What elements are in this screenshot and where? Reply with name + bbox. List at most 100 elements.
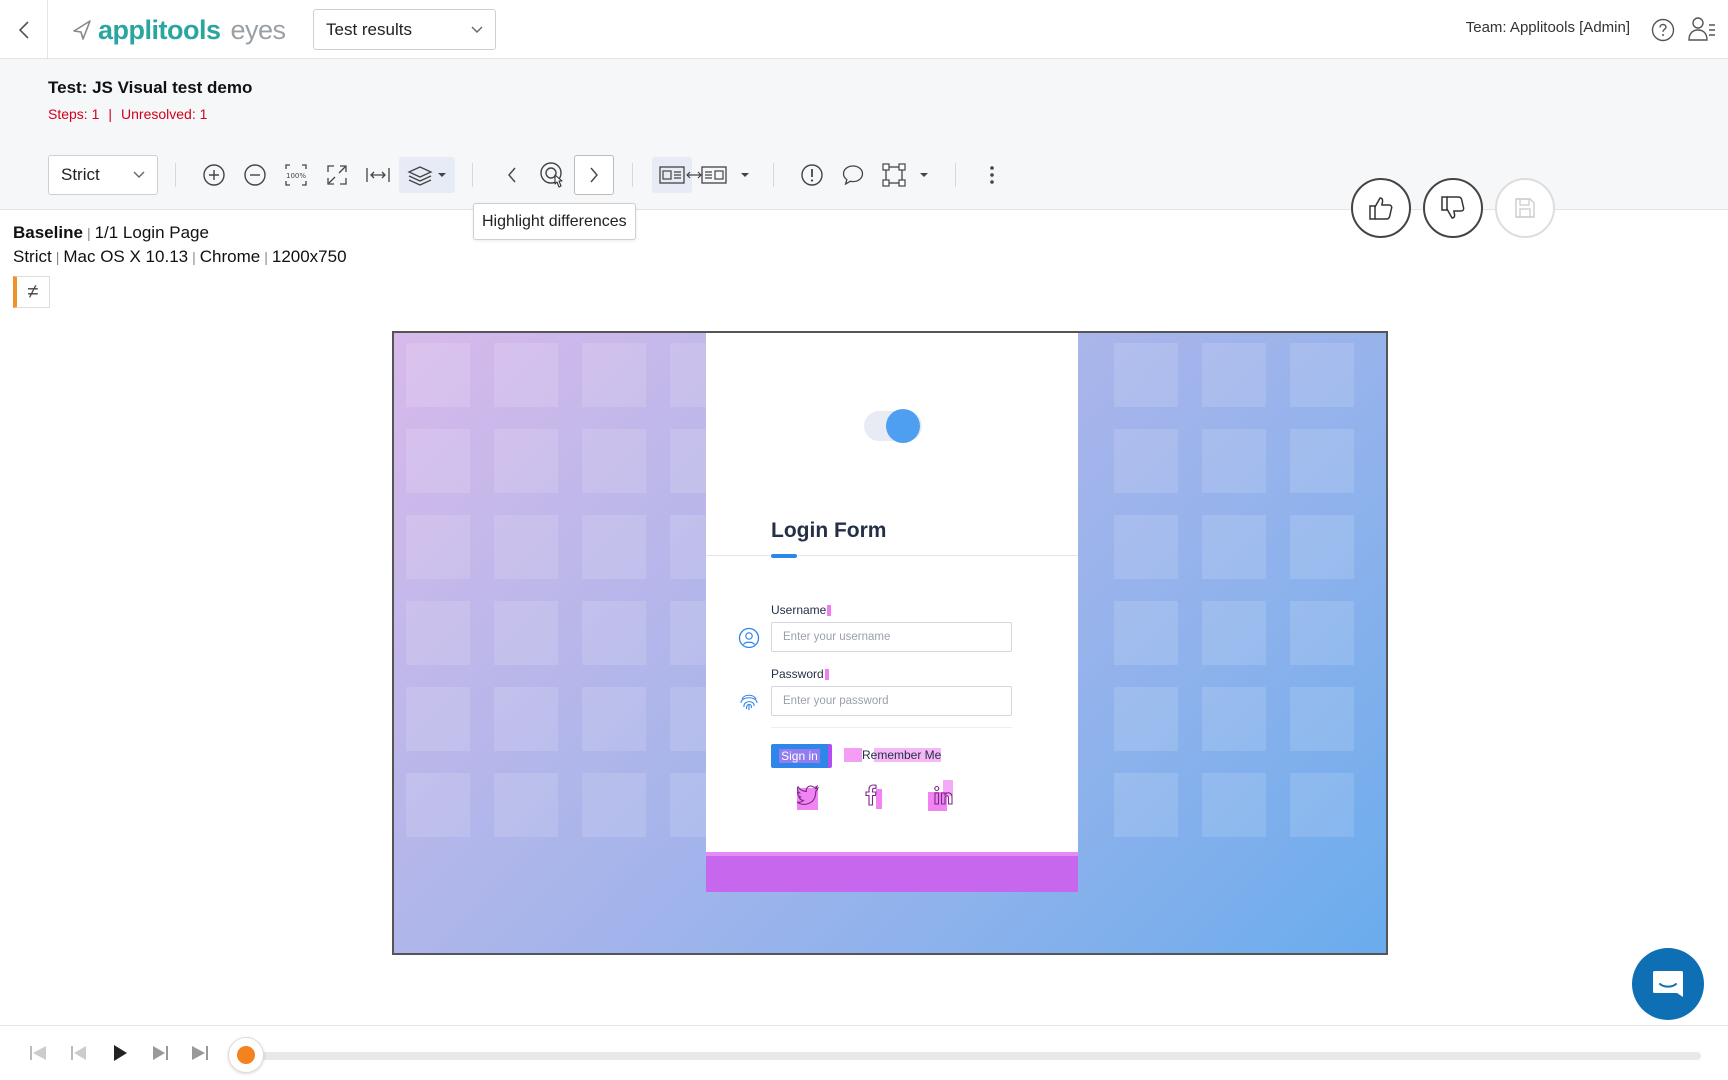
- step-progress-track[interactable]: [246, 1052, 1701, 1060]
- test-title: Test: JS Visual test demo: [48, 78, 253, 97]
- chevron-left-icon: [508, 167, 516, 183]
- fit-width-button[interactable]: [360, 157, 396, 193]
- background-tile: [1202, 773, 1266, 837]
- applitools-logo[interactable]: applitools eyes: [72, 14, 286, 46]
- add-remark-button[interactable]: [835, 157, 871, 193]
- skip-to-end-icon: [192, 1046, 208, 1060]
- password-field[interactable]: Enter your password: [771, 686, 1012, 716]
- background-tile: [406, 773, 470, 837]
- save-button[interactable]: [1495, 178, 1555, 238]
- next-difference-button[interactable]: [574, 155, 614, 195]
- remember-me-label: Remember Me: [862, 748, 942, 762]
- password-label-text: Password: [771, 667, 824, 681]
- chat-launcher-button[interactable]: [1632, 948, 1704, 1020]
- caret-down-icon: [438, 173, 446, 177]
- signin-label: Sign in: [779, 749, 820, 763]
- background-tile: [494, 343, 558, 407]
- info-separator: |: [192, 249, 196, 265]
- title-divider: [706, 555, 1078, 556]
- region-type-dropdown[interactable]: [915, 157, 933, 193]
- background-tile: [582, 687, 646, 751]
- login-card: Login Form Username Enter your username …: [706, 333, 1078, 856]
- side-by-side-icon: [659, 166, 685, 184]
- facebook-icon: [865, 784, 877, 806]
- username-label-text: Username: [771, 603, 827, 617]
- background-tile: [406, 601, 470, 665]
- user-menu-icon[interactable]: [1688, 16, 1716, 42]
- play-icon: [114, 1045, 127, 1061]
- diff-status-badge[interactable]: ≠: [13, 276, 50, 308]
- team-label[interactable]: Team: Applitools [Admin]: [1466, 19, 1630, 36]
- compare-mode-dropdown[interactable]: [736, 157, 754, 193]
- meta-separator: |: [108, 106, 113, 122]
- title-accent: [771, 554, 797, 558]
- baseline-viewport: 1200x750: [271, 247, 347, 266]
- help-icon[interactable]: [1651, 18, 1675, 42]
- thumbs-up-icon: [1369, 197, 1393, 220]
- last-step-button[interactable]: [188, 1042, 212, 1064]
- background-tile: [494, 515, 558, 579]
- twitter-icon: [796, 784, 819, 805]
- toggle-graphic: [864, 409, 922, 443]
- step-player: [0, 1025, 1728, 1080]
- thumbs-up-button[interactable]: [1351, 178, 1411, 238]
- play-button[interactable]: [108, 1042, 132, 1064]
- background-tile: [494, 429, 558, 493]
- highlight-differences-button[interactable]: [535, 157, 571, 193]
- previous-difference-button[interactable]: [494, 157, 530, 193]
- zoom-in-button[interactable]: [196, 157, 232, 193]
- background-tile: [582, 773, 646, 837]
- thumbs-down-button[interactable]: [1423, 178, 1483, 238]
- match-level-value: Strict: [61, 165, 100, 184]
- fit-to-screen-button[interactable]: [319, 157, 355, 193]
- step-progress-handle[interactable]: [228, 1037, 264, 1073]
- fingerprint-icon: [740, 694, 758, 710]
- baseline-step: 1/1 Login Page: [94, 223, 209, 242]
- match-level-select[interactable]: Strict: [48, 155, 158, 195]
- layers-button[interactable]: [399, 157, 455, 193]
- previous-step-button[interactable]: [67, 1042, 91, 1064]
- remember-me-checkbox[interactable]: Remember Me: [844, 748, 942, 762]
- side-by-side-checkpoint-button[interactable]: [698, 157, 730, 193]
- layers-icon: [407, 166, 433, 186]
- background-tile: [1202, 343, 1266, 407]
- chevron-right-icon: [590, 167, 598, 183]
- form-divider: [771, 727, 1012, 728]
- chevron-left-icon: [18, 20, 29, 39]
- signin-button[interactable]: Sign in: [771, 744, 832, 768]
- more-options-button[interactable]: [974, 157, 1010, 193]
- baseline-info: Baseline | 1/1 Login Page Strict | Mac OS X …: [13, 221, 347, 269]
- background-tile: [494, 773, 558, 837]
- background-tile: [1202, 515, 1266, 579]
- background-tile: [582, 343, 646, 407]
- username-label: Username: [771, 603, 832, 617]
- region-icon: [882, 163, 906, 187]
- zoom-out-button[interactable]: [237, 157, 273, 193]
- zoom-out-icon: [244, 164, 266, 186]
- screenshot-canvas[interactable]: Login Form Username Enter your username …: [392, 331, 1388, 955]
- save-icon: [1515, 198, 1535, 218]
- expand-icon: [327, 165, 347, 185]
- background-tile: [406, 687, 470, 751]
- background-tile: [406, 429, 470, 493]
- report-bug-button[interactable]: [794, 157, 830, 193]
- step-forward-icon: [153, 1046, 168, 1060]
- next-step-button[interactable]: [148, 1042, 172, 1064]
- baseline-line-2: Strict | Mac OS X 10.13 | Chrome | 1200x750: [13, 245, 347, 269]
- background-tile: [1114, 773, 1178, 837]
- more-vertical-icon: [990, 166, 994, 184]
- first-step-button[interactable]: [26, 1042, 50, 1064]
- diff-highlight: [827, 605, 832, 617]
- region-tool-button[interactable]: [876, 157, 912, 193]
- actual-size-button[interactable]: 100%: [278, 157, 314, 193]
- linkedin-icon: [934, 785, 953, 805]
- back-button[interactable]: [0, 0, 48, 59]
- side-by-side-icon: [701, 166, 727, 184]
- card-footer-diff-strip: [706, 856, 1078, 892]
- background-tile: [1114, 429, 1178, 493]
- background-tile: [1202, 687, 1266, 751]
- top-bar: applitools eyes Test results Team: Applit…: [0, 0, 1728, 59]
- chat-icon: [1653, 971, 1683, 997]
- view-select[interactable]: Test results: [313, 9, 496, 50]
- username-field[interactable]: Enter your username: [771, 622, 1012, 652]
